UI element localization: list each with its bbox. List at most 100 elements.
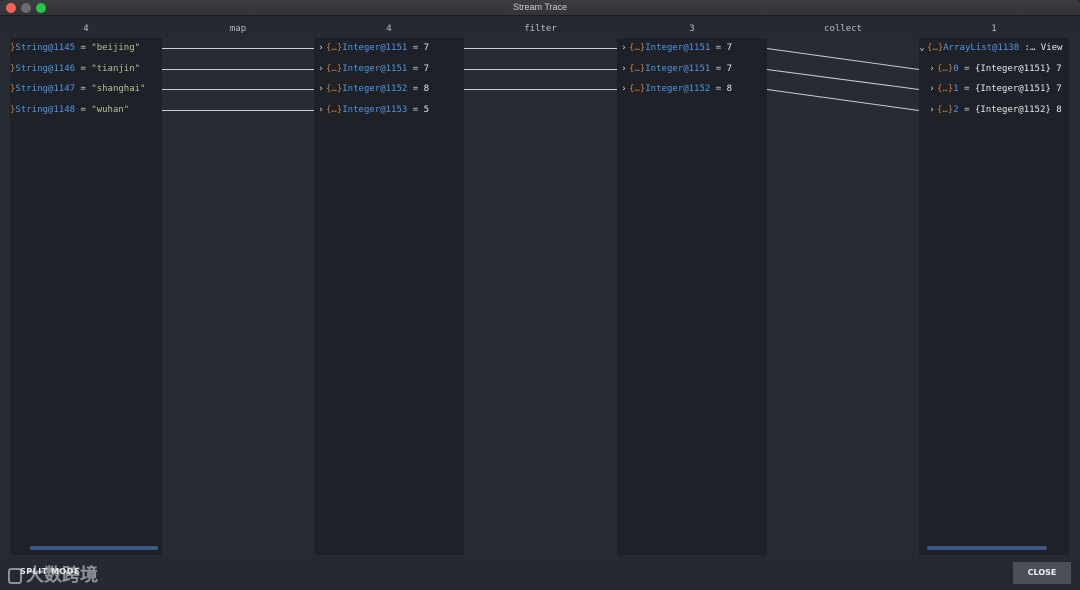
- collect-operation-header: collect: [824, 24, 862, 34]
- view-link[interactable]: :… View: [1025, 43, 1063, 53]
- object-icon: {…}: [927, 43, 944, 53]
- item-value: 8: [423, 84, 429, 94]
- item-index: 1: [953, 84, 959, 94]
- footer-bar: SPLIT MODE CLOSE 大数跨境: [0, 556, 1080, 590]
- object-icon: {…}: [937, 64, 954, 74]
- item-value: "shanghai": [91, 84, 146, 94]
- object-icon: {…}: [629, 64, 646, 74]
- gutter: [1069, 38, 1080, 555]
- equals-sign: =: [80, 43, 86, 53]
- expand-chevron-icon[interactable]: ›: [316, 81, 326, 97]
- item-name: String@1148: [15, 105, 76, 115]
- filter-results-panel[interactable]: › {…}Integer@1151 = 7 › {…}Integer@1151 = …: [617, 38, 767, 555]
- item-name: ArrayList@1138: [943, 43, 1020, 53]
- object-icon: {…}: [629, 43, 646, 53]
- tree-child-item[interactable]: › {…}2 = {Integer@1152} 8: [927, 102, 1062, 118]
- object-icon: {…}: [629, 84, 646, 94]
- source-count-header: 4: [83, 24, 89, 34]
- item-value: 8: [726, 84, 732, 94]
- equals-sign: =: [412, 64, 419, 74]
- window-title: Stream Trace: [512, 2, 568, 12]
- equals-sign: =: [412, 84, 419, 94]
- expand-chevron-icon[interactable]: ›: [927, 81, 937, 97]
- collect-link-area: [767, 38, 919, 555]
- collect-result-panel[interactable]: ⌄ {…}ArrayList@1138 :… View › {…}0 = {Inte…: [919, 38, 1069, 555]
- equals-sign: =: [964, 64, 970, 74]
- tree-child-item[interactable]: › {…}1 = {Integer@1151} 7: [927, 81, 1062, 97]
- item-name: Integer@1151: [645, 43, 711, 53]
- expand-chevron-icon[interactable]: ›: [619, 61, 629, 77]
- equals-sign: =: [412, 43, 419, 53]
- item-value: {Integer@1152} 8: [974, 105, 1062, 115]
- equals-sign: =: [715, 43, 722, 53]
- object-icon: {…}: [937, 105, 954, 115]
- map-operation-header: map: [229, 24, 247, 34]
- horizontal-scrollbar[interactable]: [927, 546, 1047, 550]
- item-name: Integer@1151: [645, 64, 711, 74]
- filter-operation-header: filter: [524, 24, 557, 34]
- source-values-panel[interactable]: }String@1145 = "beijing" }String@1146 = …: [10, 38, 162, 555]
- equals-sign: =: [80, 105, 86, 115]
- list-item[interactable]: }String@1148 = "wuhan": [10, 102, 129, 118]
- item-value: {Integer@1151} 7: [974, 64, 1062, 74]
- gutter: [0, 38, 10, 555]
- map-link-area: [162, 38, 314, 555]
- item-value: 5: [423, 105, 429, 115]
- list-item[interactable]: › {…}Integer@1151 = 7: [619, 61, 732, 77]
- object-icon: {…}: [326, 43, 343, 53]
- list-item[interactable]: › {…}Integer@1151 = 7: [619, 40, 732, 56]
- item-name: String@1146: [15, 64, 76, 74]
- item-value: 7: [423, 64, 429, 74]
- item-value: "tianjin": [91, 64, 141, 74]
- item-name: Integer@1151: [342, 64, 408, 74]
- item-value: 7: [423, 43, 429, 53]
- map-count-header: 4: [386, 24, 392, 34]
- object-icon: {…}: [326, 64, 343, 74]
- list-item[interactable]: }String@1146 = "tianjin": [10, 61, 140, 77]
- split-mode-button[interactable]: SPLIT MODE: [20, 567, 80, 576]
- expand-chevron-icon[interactable]: ›: [619, 40, 629, 56]
- item-name: Integer@1152: [645, 84, 711, 94]
- item-name: String@1145: [15, 43, 76, 53]
- item-index: 2: [953, 105, 959, 115]
- expand-chevron-icon[interactable]: ›: [619, 81, 629, 97]
- equals-sign: =: [80, 64, 86, 74]
- filter-count-header: 3: [689, 24, 695, 34]
- list-item[interactable]: › {…}Integer@1152 = 8: [619, 81, 732, 97]
- expand-chevron-icon[interactable]: ›: [316, 61, 326, 77]
- equals-sign: =: [80, 84, 86, 94]
- equals-sign: =: [964, 84, 970, 94]
- object-icon: {…}: [326, 105, 343, 115]
- item-name: Integer@1153: [342, 105, 408, 115]
- expand-chevron-icon[interactable]: ›: [927, 102, 937, 118]
- stream-trace-window: Stream Trace 4 map 4 filter 3 collect 1 …: [0, 0, 1080, 590]
- list-item[interactable]: › {…}Integer@1151 = 7: [316, 40, 429, 56]
- tree-child-item[interactable]: › {…}0 = {Integer@1151} 7: [927, 61, 1062, 77]
- item-name: String@1147: [15, 84, 76, 94]
- expand-chevron-icon[interactable]: ›: [316, 40, 326, 56]
- title-bar: Stream Trace: [0, 0, 1080, 16]
- collect-count-header: 1: [991, 24, 997, 34]
- object-icon: {…}: [326, 84, 343, 94]
- list-item[interactable]: }String@1147 = "shanghai": [10, 81, 145, 97]
- list-item[interactable]: › {…}Integer@1153 = 5: [316, 102, 429, 118]
- tree-root-item[interactable]: ⌄ {…}ArrayList@1138 :… View: [919, 40, 1062, 56]
- list-item[interactable]: }String@1145 = "beijing": [10, 40, 140, 56]
- expand-chevron-icon[interactable]: ›: [927, 61, 937, 77]
- item-value: 7: [726, 64, 732, 74]
- item-value: {Integer@1151} 7: [974, 84, 1062, 94]
- item-value: "wuhan": [91, 105, 130, 115]
- equals-sign: =: [715, 64, 722, 74]
- collapse-chevron-icon[interactable]: ⌄: [919, 40, 927, 56]
- item-name: Integer@1151: [342, 43, 408, 53]
- object-icon: {…}: [937, 84, 954, 94]
- equals-sign: =: [715, 84, 722, 94]
- item-value: 7: [726, 43, 732, 53]
- expand-chevron-icon[interactable]: ›: [316, 102, 326, 118]
- close-button[interactable]: CLOSE: [1013, 562, 1071, 584]
- filter-link-area: [464, 38, 617, 555]
- horizontal-scrollbar[interactable]: [30, 546, 158, 550]
- map-results-panel[interactable]: › {…}Integer@1151 = 7 › {…}Integer@1151 = …: [314, 38, 464, 555]
- list-item[interactable]: › {…}Integer@1152 = 8: [316, 81, 429, 97]
- list-item[interactable]: › {…}Integer@1151 = 7: [316, 61, 429, 77]
